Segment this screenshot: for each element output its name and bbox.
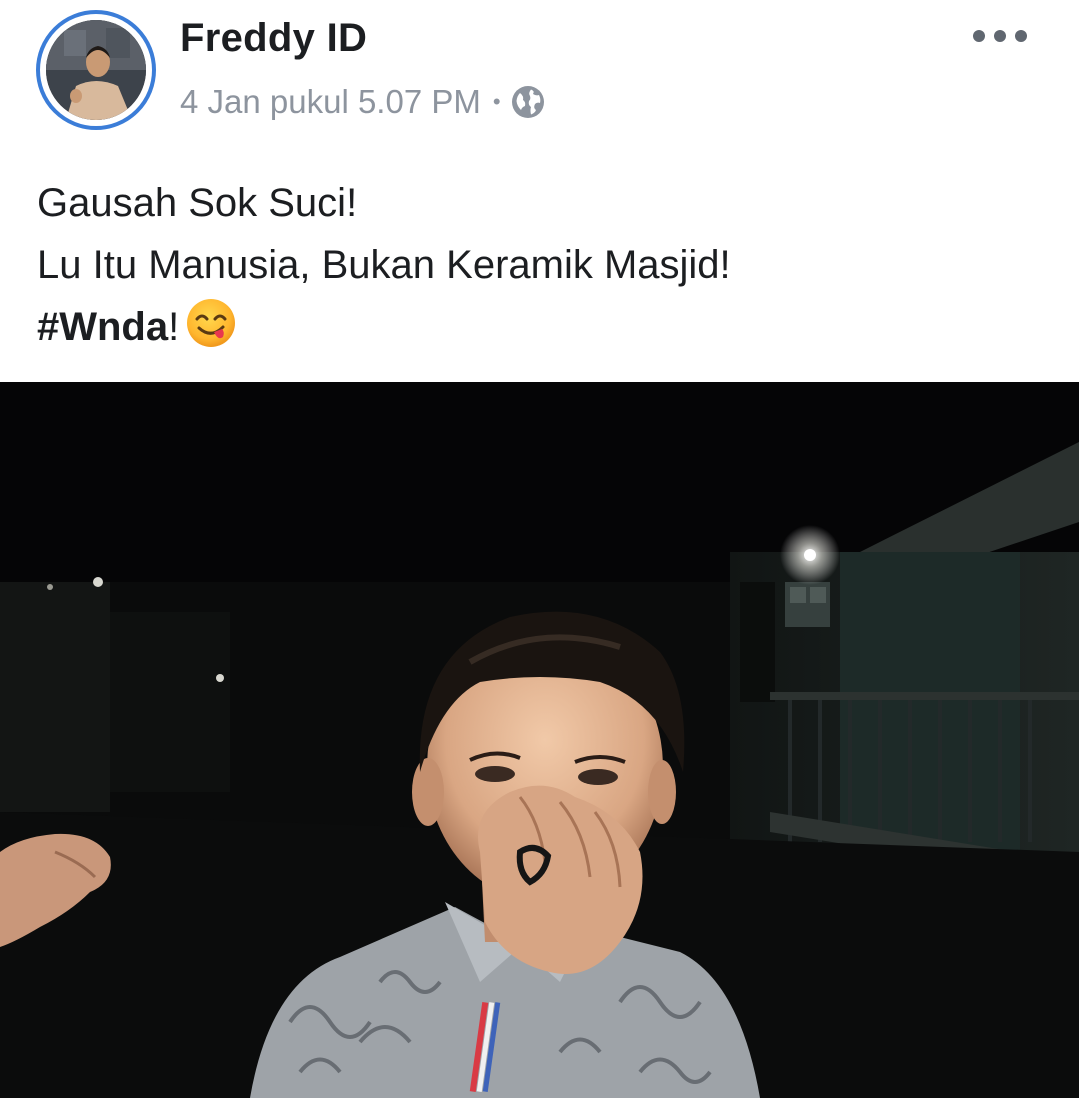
hashtag-link[interactable]: #Wnda	[37, 305, 168, 349]
hashtag-suffix: !	[168, 305, 180, 349]
post-text-line-3: #Wnda!	[37, 296, 1037, 358]
more-dot	[994, 30, 1006, 42]
globe-icon[interactable]	[511, 85, 545, 119]
post-text-line-1: Gausah Sok Suci!	[37, 181, 358, 225]
avatar-image	[46, 20, 146, 120]
more-options-icon[interactable]	[973, 24, 1027, 48]
facebook-post: Freddy ID 4 Jan pukul 5.07 PM • Gausah S…	[0, 0, 1079, 1098]
author-name[interactable]: Freddy ID	[180, 16, 367, 61]
post-header: Freddy ID 4 Jan pukul 5.07 PM •	[0, 0, 1079, 150]
post-text-line-2: Lu Itu Manusia, Bukan Keramik Masjid!	[37, 243, 731, 287]
post-timestamp[interactable]: 4 Jan pukul 5.07 PM	[180, 83, 481, 121]
profile-avatar[interactable]	[36, 10, 156, 130]
more-dot	[1015, 30, 1027, 42]
post-photo[interactable]	[0, 382, 1079, 1098]
post-meta: 4 Jan pukul 5.07 PM •	[180, 80, 545, 124]
post-message: Gausah Sok Suci! Lu Itu Manusia, Bukan K…	[37, 172, 1037, 358]
meta-separator: •	[492, 89, 501, 114]
face-savoring-food-emoji-icon	[187, 299, 236, 347]
more-dot	[973, 30, 985, 42]
